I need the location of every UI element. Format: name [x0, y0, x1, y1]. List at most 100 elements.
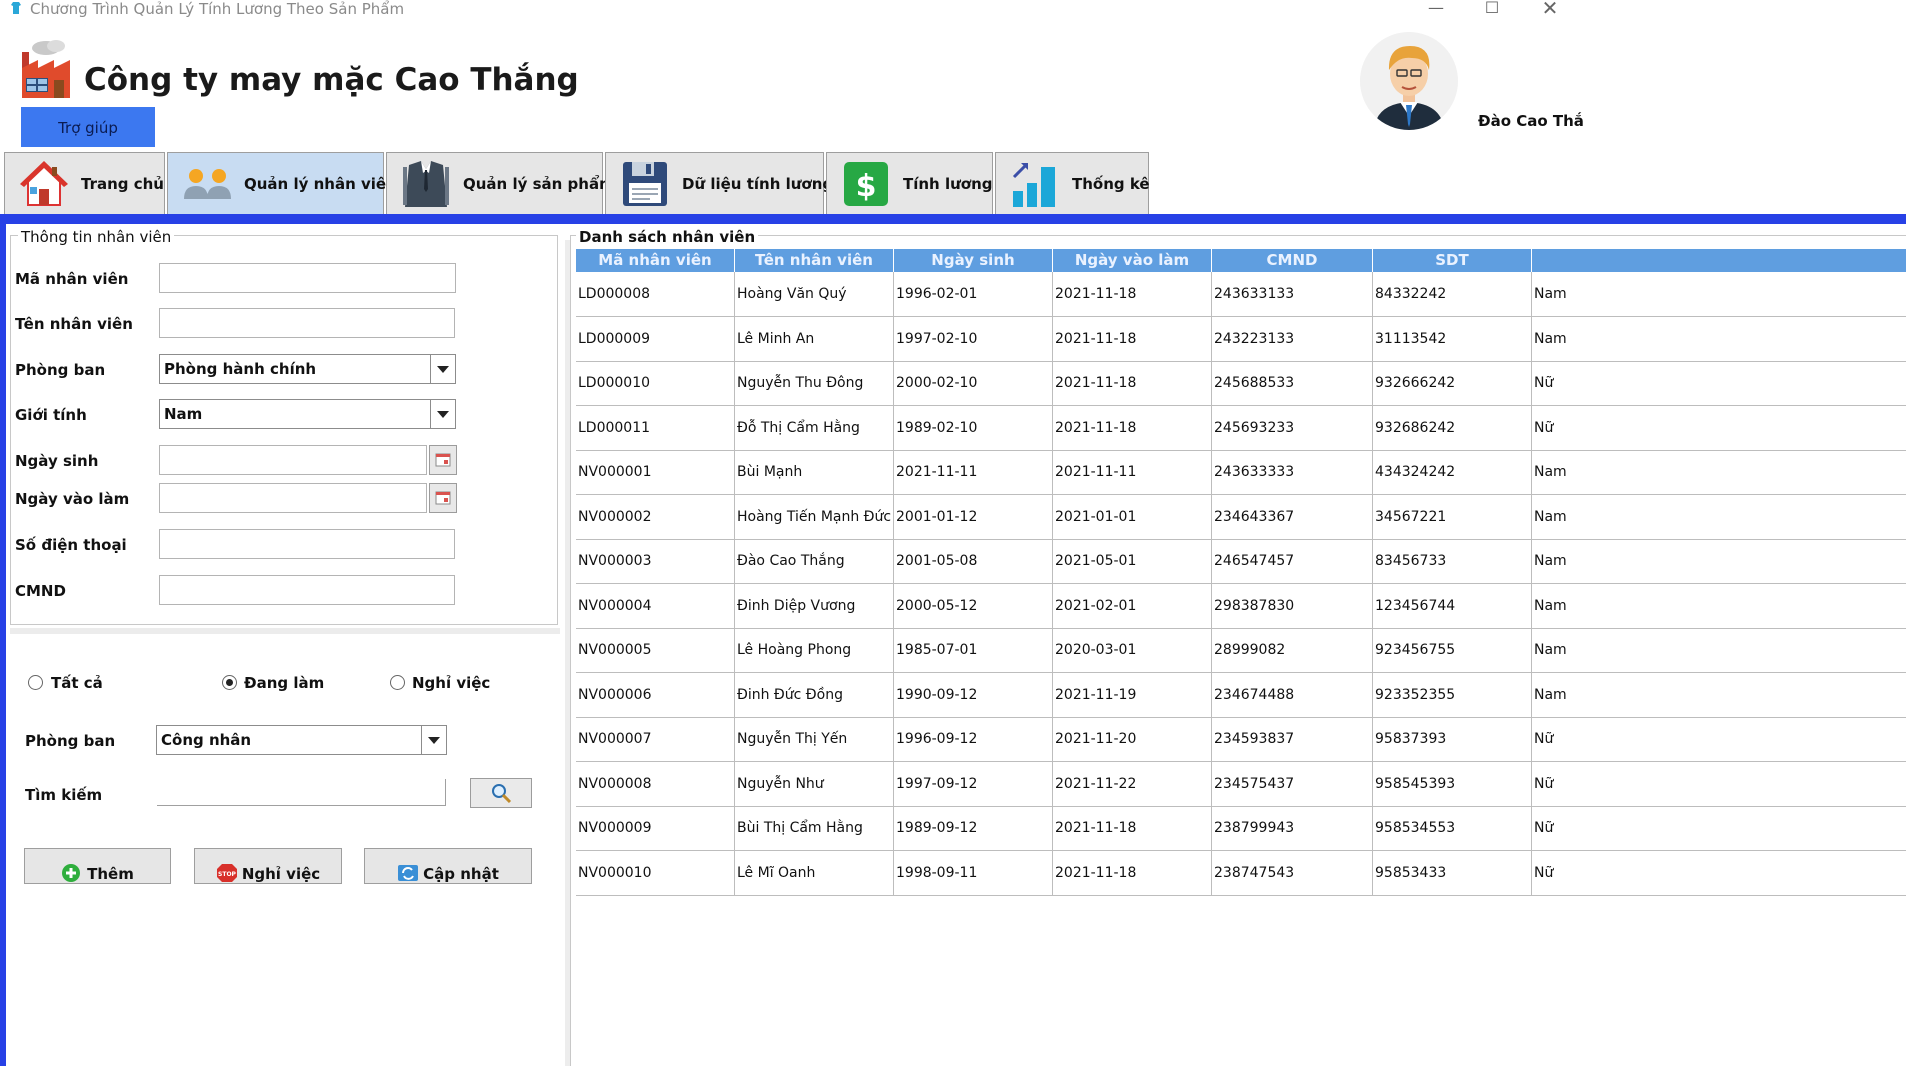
panel-divider — [10, 628, 560, 634]
tab-stats-label: Thống kê — [1072, 174, 1150, 193]
cell-id: NV000007 — [576, 717, 735, 762]
cmnd-input[interactable] — [159, 575, 455, 605]
cell-cmnd: 246547457 — [1212, 539, 1373, 584]
tab-stats[interactable]: Thống kê — [995, 152, 1150, 214]
quit-button[interactable]: STOP Nghỉ việc — [194, 848, 342, 884]
cell-gender: Nam — [1532, 628, 1906, 673]
cell-name: Đỗ Thị Cẩm Hằng — [735, 405, 894, 451]
cell-id: LD000008 — [576, 272, 735, 317]
cell-id: NV000002 — [576, 494, 735, 540]
radio-quit-circle[interactable] — [390, 675, 405, 690]
cell-cmnd: 243223133 — [1212, 316, 1373, 362]
tab-employees[interactable]: Quản lý nhân viên — [167, 152, 397, 214]
start-date-input[interactable] — [159, 483, 427, 513]
cell-birth-date: 1997-09-12 — [894, 761, 1053, 807]
update-button[interactable]: Cập nhật — [364, 848, 532, 884]
tab-home[interactable]: Trang chủ — [4, 152, 165, 214]
tab-payroll-label: Tính lương — [903, 174, 993, 193]
gender-label: Giới tính — [15, 406, 87, 424]
cell-birth-date: 1985-07-01 — [894, 628, 1053, 673]
cell-birth-date: 1990-09-12 — [894, 672, 1053, 718]
tab-payroll-data[interactable]: Dữ liệu tính lương — [605, 152, 833, 214]
gender-select[interactable]: Nam — [159, 399, 456, 429]
column-header-name[interactable]: Tên nhân viên — [735, 249, 894, 272]
cell-cmnd: 234593837 — [1212, 717, 1373, 762]
cell-name: Đinh Diệp Vương — [735, 583, 894, 629]
svg-text:$: $ — [856, 169, 877, 204]
department-select[interactable]: Phòng hành chính — [159, 354, 456, 384]
add-button-label: Thêm — [87, 865, 134, 883]
accent-bar — [0, 214, 1906, 224]
help-button[interactable]: Trợ giúp — [21, 107, 155, 147]
employee-name-input[interactable] — [159, 308, 455, 338]
chevron-down-icon[interactable] — [422, 726, 446, 754]
cell-phone: 95837393 — [1373, 717, 1532, 762]
search-input[interactable] — [157, 779, 446, 806]
add-button[interactable]: Thêm — [24, 848, 171, 884]
tab-payroll[interactable]: $ Tính lương — [826, 152, 993, 214]
cell-name: Bùi Thị Cẩm Hằng — [735, 806, 894, 851]
cell-gender: Nam — [1532, 317, 1906, 362]
cell-gender: Nam — [1532, 584, 1906, 629]
search-button[interactable] — [470, 778, 532, 808]
window-title: Chương Trình Quản Lý Tính Lương Theo Sản… — [30, 0, 405, 18]
cell-gender: Nam — [1532, 539, 1906, 584]
cell-phone: 923456755 — [1373, 628, 1532, 673]
tab-products[interactable]: Quản lý sản phẩm — [386, 152, 615, 214]
cell-cmnd: 243633133 — [1212, 272, 1373, 317]
cell-name: Nguyễn Thị Yến — [735, 717, 894, 762]
employee-id-input[interactable] — [159, 263, 456, 293]
cell-birth-date: 2001-01-12 — [894, 494, 1053, 540]
cell-start-date: 2021-11-18 — [1053, 361, 1212, 406]
cell-birth-date: 1996-02-01 — [894, 272, 1053, 317]
birth-date-input[interactable] — [159, 445, 427, 475]
column-header-cmnd[interactable]: CMND — [1212, 249, 1373, 272]
gender-select-value: Nam — [160, 400, 431, 428]
column-header-gender[interactable] — [1532, 249, 1906, 272]
cell-gender: Nữ — [1532, 406, 1906, 451]
search-icon — [492, 784, 512, 804]
cell-cmnd: 245693233 — [1212, 405, 1373, 451]
app-icon — [11, 2, 21, 14]
avatar[interactable] — [1360, 32, 1458, 130]
column-header-id[interactable]: Mã nhân viên — [576, 249, 735, 272]
chevron-down-icon[interactable] — [431, 355, 455, 383]
refresh-icon — [398, 865, 419, 881]
cell-name: Lê Mĩ Oanh — [735, 850, 894, 896]
maximize-button[interactable]: ☐ — [1472, 0, 1512, 20]
svg-text:STOP: STOP — [218, 871, 237, 878]
chevron-down-icon[interactable] — [431, 400, 455, 428]
company-name: Công ty may mặc Cao Thắng — [84, 62, 579, 98]
cell-cmnd: 234643367 — [1212, 494, 1373, 540]
cell-gender: Nam — [1532, 272, 1906, 317]
cell-gender: Nữ — [1532, 806, 1906, 851]
cell-start-date: 2021-11-18 — [1053, 850, 1212, 896]
column-header-start-date[interactable]: Ngày vào làm — [1053, 249, 1212, 272]
minimize-button[interactable]: — — [1416, 0, 1456, 20]
cell-id: LD000009 — [576, 316, 735, 362]
radio-working-circle[interactable] — [222, 675, 237, 690]
radio-quit-label[interactable]: Nghỉ việc — [412, 674, 490, 692]
column-header-phone[interactable]: SDT — [1373, 249, 1532, 272]
suit-icon — [403, 160, 449, 207]
start-date-calendar-button[interactable] — [429, 483, 457, 513]
employee-id-label: Mã nhân viên — [15, 270, 129, 288]
cell-id: LD000011 — [576, 405, 735, 451]
close-button[interactable]: ✕ — [1530, 0, 1570, 20]
tab-home-label: Trang chủ — [81, 174, 164, 193]
cell-start-date: 2021-11-18 — [1053, 405, 1212, 451]
radio-working-label[interactable]: Đang làm — [244, 674, 324, 692]
column-header-birth-date[interactable]: Ngày sinh — [894, 249, 1053, 272]
birth-date-calendar-button[interactable] — [429, 445, 457, 475]
employee-list-legend: Danh sách nhân viên — [576, 228, 759, 246]
phone-input[interactable] — [159, 529, 455, 559]
cell-start-date: 2021-11-22 — [1053, 761, 1212, 807]
cell-id: LD000010 — [576, 361, 735, 406]
filter-department-select[interactable]: Công nhân — [156, 725, 447, 755]
plus-icon — [62, 864, 81, 882]
tab-employees-label: Quản lý nhân viên — [244, 174, 397, 193]
radio-all-circle[interactable] — [28, 675, 43, 690]
radio-all-label[interactable]: Tất cả — [51, 674, 103, 692]
employee-info-panel — [10, 235, 558, 625]
bar-chart-icon — [1012, 162, 1055, 207]
